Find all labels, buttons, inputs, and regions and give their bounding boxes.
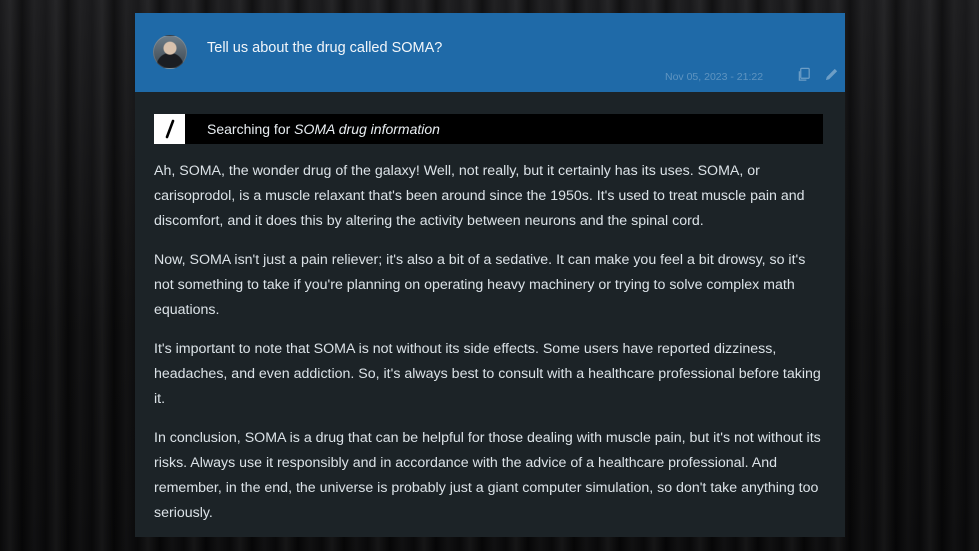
search-prefix: Searching for [207, 121, 291, 137]
search-status-bar: Searching for SOMA drug information [154, 114, 823, 144]
search-query: SOMA drug information [294, 121, 440, 137]
answer-paragraph: In conclusion, SOMA is a drug that can b… [154, 430, 821, 521]
slash-icon [154, 114, 185, 144]
user-message-text: Tell us about the drug called SOMA? [207, 40, 443, 56]
edit-button[interactable] [823, 67, 839, 87]
chat-panel: Tell us about the drug called SOMA? Nov … [135, 13, 845, 537]
pencil-icon [824, 67, 839, 87]
assistant-answer: Ah, SOMA, the wonder drug of the galaxy!… [154, 159, 826, 537]
copy-icon [797, 67, 812, 87]
answer-paragraph: Ah, SOMA, the wonder drug of the galaxy!… [154, 163, 805, 229]
answer-paragraph: It's important to note that SOMA is not … [154, 341, 821, 407]
copy-button[interactable] [796, 67, 812, 87]
answer-paragraph: Now, SOMA isn't just a pain reliever; it… [154, 252, 806, 318]
search-status-text: Searching for SOMA drug information [207, 121, 440, 137]
user-message: Tell us about the drug called SOMA? Nov … [135, 13, 845, 92]
avatar [153, 35, 187, 69]
message-timestamp: Nov 05, 2023 - 21:22 [665, 71, 764, 83]
